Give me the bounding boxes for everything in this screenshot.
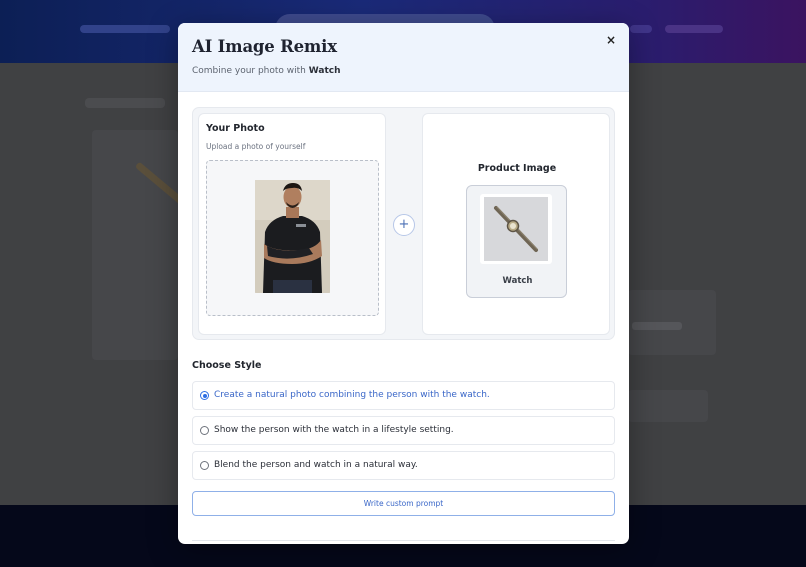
modal-footer-divider [192,540,615,544]
style-option-label: Create a natural photo combining the per… [214,390,490,400]
your-photo-card: Your Photo Upload a photo of yourself [198,113,386,335]
style-option-label: Show the person with the watch in a life… [214,425,454,435]
ai-image-remix-modal: AI Image Remix Combine your photo with W… [178,23,629,544]
modal-header: AI Image Remix Combine your photo with W… [178,23,629,92]
background-info-line [632,322,682,330]
product-image-title: Product Image [477,163,557,174]
background-nav-link [80,25,170,33]
your-photo-title: Your Photo [206,123,265,134]
close-button[interactable]: × [604,33,618,47]
choose-style-title: Choose Style [192,360,262,371]
product-image-card: Product Image Watch [422,113,610,335]
background-breadcrumb [85,98,165,108]
radio-icon[interactable] [200,461,209,470]
modal-subtitle: Combine your photo with Watch [192,66,341,76]
background-nav-link [630,25,652,33]
image-combination-panel: Your Photo Upload a photo of yourself + … [192,107,615,340]
watch-image [484,197,548,261]
radio-selected-icon[interactable] [200,391,209,400]
background-nav-link [665,25,723,33]
write-custom-prompt-button[interactable]: Write custom prompt [192,491,615,516]
style-option-natural-photo[interactable]: Create a natural photo combining the per… [192,381,615,410]
your-photo-subtitle: Upload a photo of yourself [206,142,306,151]
modal-subtitle-text: Combine your photo with [192,66,306,76]
modal-subtitle-product: Watch [308,66,341,76]
product-thumbnail-box: Watch [466,185,567,298]
person-photo-illustration [255,180,330,293]
combine-plus-icon: + [393,214,415,236]
modal-title: AI Image Remix [192,37,337,56]
style-option-blend[interactable]: Blend the person and watch in a natural … [192,451,615,480]
watch-product-image [480,194,552,264]
radio-icon[interactable] [200,426,209,435]
style-option-label: Blend the person and watch in a natural … [214,460,418,470]
photo-upload-dropzone[interactable] [206,160,379,316]
product-name: Watch [502,276,533,286]
background-info-box [628,390,708,422]
style-option-lifestyle[interactable]: Show the person with the watch in a life… [192,416,615,445]
uploaded-person-photo [255,180,330,293]
